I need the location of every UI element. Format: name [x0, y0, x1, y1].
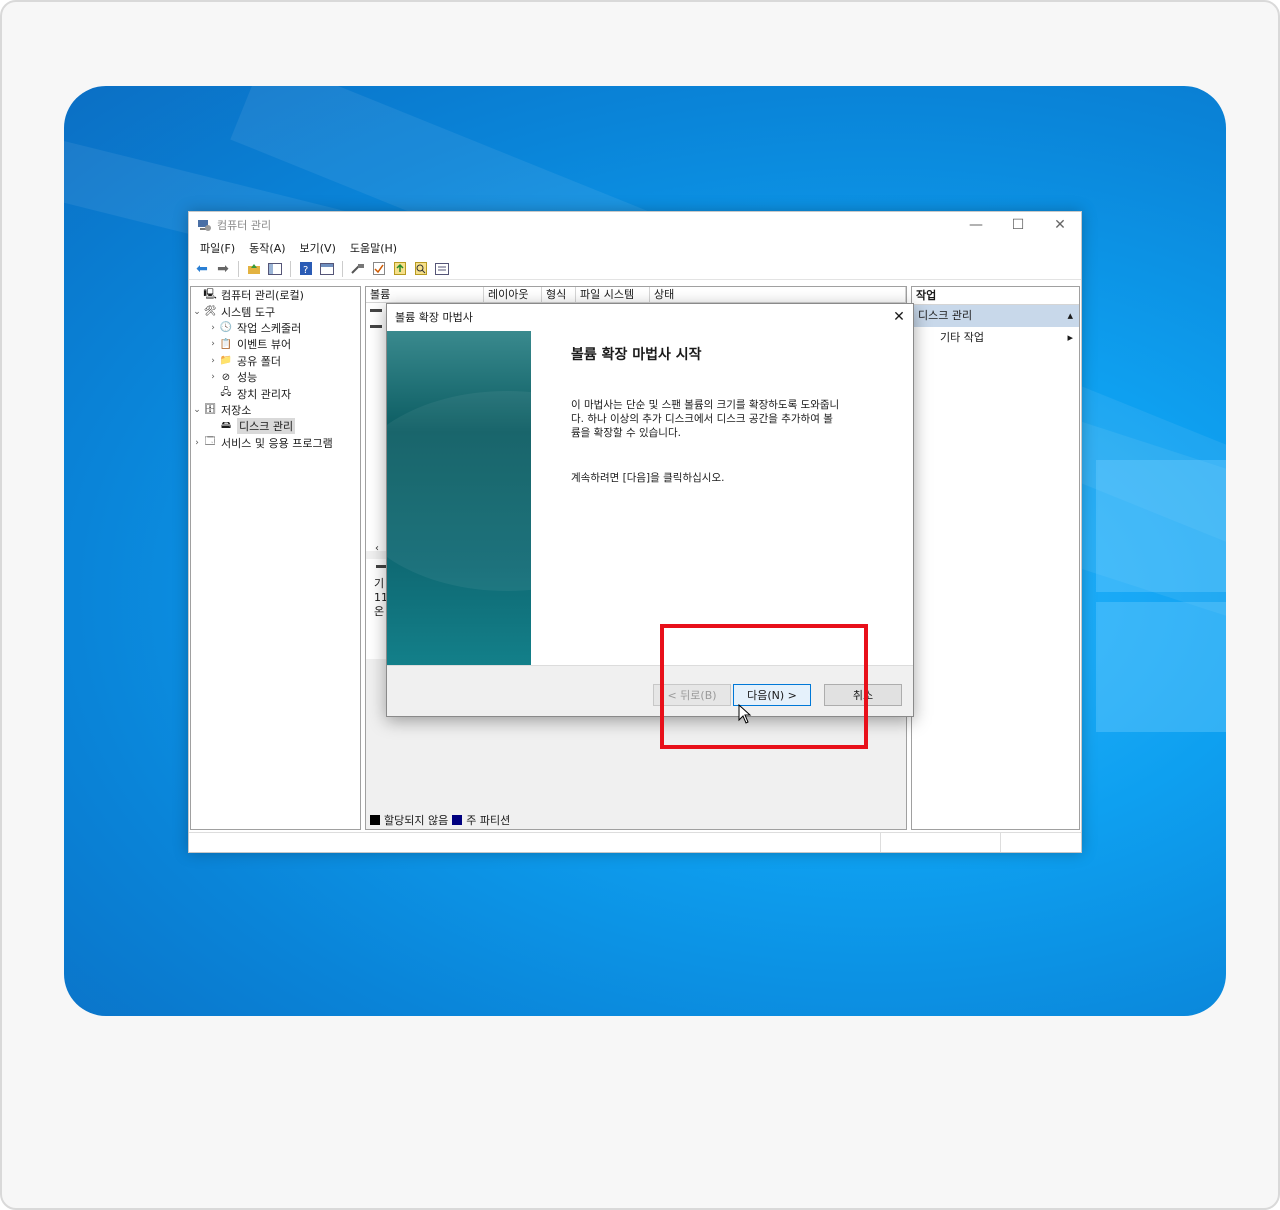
tree-item-storage[interactable]: ⌄ 🗄 저장소 [191, 402, 360, 418]
chevron-right-icon[interactable]: › [207, 372, 219, 382]
event-viewer-icon: 📋 [219, 338, 233, 350]
chevron-right-icon[interactable]: › [191, 438, 203, 448]
legend-unallocated: 할당되지 않음 [384, 814, 449, 827]
highlight-box [660, 624, 868, 749]
tree-label: 시스템 도구 [221, 305, 276, 319]
computer-management-icon [198, 220, 211, 231]
column-header-filesystem[interactable]: 파일 시스템 [576, 287, 650, 302]
up-folder-icon[interactable] [245, 261, 263, 277]
forward-arrow-icon[interactable]: ➡ [214, 261, 232, 277]
disk-legend: 할당되지 않음 주 파티션 [370, 813, 510, 827]
tree-item-root[interactable]: 🖳 컴퓨터 관리(로컬) [191, 287, 360, 303]
chevron-right-icon[interactable]: › [207, 323, 219, 333]
menu-bar: 파일(F) 동작(A) 보기(V) 도움말(H) [189, 238, 1081, 258]
title-bar: 컴퓨터 관리 — ☐ ✕ [189, 212, 1081, 238]
clock-icon: 🕓 [219, 322, 233, 334]
submenu-arrow-icon: ▸ [1067, 331, 1073, 344]
menu-help[interactable]: 도움말(H) [343, 240, 404, 256]
tree-item-services-apps[interactable]: › 🗔 서비스 및 응용 프로그램 [191, 435, 360, 451]
actions-pane: 작업 디스크 관리 ▴ 기타 작업 ▸ [911, 286, 1080, 830]
column-header-layout[interactable]: 레이아웃 [484, 287, 542, 302]
tree-label: 장치 관리자 [237, 387, 292, 401]
connect-icon[interactable] [349, 261, 367, 277]
tree-label: 컴퓨터 관리(로컬) [221, 289, 304, 303]
show-hide-tree-icon[interactable] [266, 261, 284, 277]
menu-action[interactable]: 동작(A) [242, 240, 292, 256]
tree-item-shared-folders[interactable]: › 📁 공유 폴더 [191, 353, 360, 369]
chevron-down-icon[interactable]: ⌄ [191, 307, 203, 317]
tree-label: 디스크 관리 [237, 418, 296, 435]
properties-icon[interactable] [318, 261, 336, 277]
tree-item-device-manager[interactable]: 🖧 장치 관리자 [191, 385, 360, 401]
navigation-tree: 🖳 컴퓨터 관리(로컬) ⌄ 🛠 시스템 도구 › 🕓 작업 스케줄러 › 📋 … [190, 286, 361, 830]
wizard-title: 볼륨 확장 마법사 [395, 311, 473, 324]
wizard-title-bar: 볼륨 확장 마법사 ✕ [387, 304, 913, 330]
tree-label: 성능 [237, 371, 258, 385]
tree-label: 이벤트 뷰어 [237, 338, 292, 352]
maximize-button[interactable]: ☐ [997, 212, 1039, 238]
services-icon: 🗔 [204, 436, 216, 448]
back-arrow-icon[interactable]: ⬅ [193, 261, 211, 277]
performance-icon: ⊘ [221, 371, 231, 383]
menu-file[interactable]: 파일(F) [193, 240, 242, 256]
column-header-type[interactable]: 형식 [542, 287, 576, 302]
action-label: 기타 작업 [940, 331, 984, 344]
help-icon[interactable]: ? [297, 261, 315, 277]
action-more-actions[interactable]: 기타 작업 ▸ [912, 327, 1079, 349]
status-bar [189, 832, 1081, 852]
tree-label: 저장소 [221, 403, 252, 417]
legend-swatch-primary [452, 815, 463, 825]
close-button[interactable]: ✕ [1039, 212, 1081, 238]
tree-item-task-scheduler[interactable]: › 🕓 작업 스케줄러 [191, 320, 360, 336]
tree-item-event-viewer[interactable]: › 📋 이벤트 뷰어 [191, 336, 360, 352]
legend-swatch-unallocated [370, 815, 380, 825]
wizard-banner-image [387, 331, 531, 667]
toolbar: ⬅ ➡ ? [189, 258, 1081, 280]
collapse-up-icon[interactable]: ▴ [1067, 305, 1073, 327]
column-header-volume[interactable]: 볼륨 [366, 287, 484, 302]
volume-row-icon [370, 309, 382, 312]
wizard-content: 볼륨 확장 마법사 시작 이 마법사는 단순 및 스팬 볼륨의 크기를 확장하도… [571, 344, 889, 485]
toolbar-separator [342, 260, 343, 277]
wizard-description: 이 마법사는 단순 및 스팬 볼륨의 크기를 확장하도록 도와줍니 다. 하나 … [571, 399, 840, 439]
tree-label: 공유 폴더 [237, 354, 281, 368]
storage-icon: 🗄 [203, 404, 217, 416]
svg-text:?: ? [303, 265, 308, 275]
tree-item-system-tools[interactable]: ⌄ 🛠 시스템 도구 [191, 303, 360, 319]
tools-icon: 🛠 [203, 306, 217, 318]
wizard-continue-text: 계속하려면 [다음]을 클릭하십시오. [571, 472, 725, 484]
window-title: 컴퓨터 관리 [217, 219, 272, 232]
menu-view[interactable]: 보기(V) [293, 240, 343, 256]
wizard-heading: 볼륨 확장 마법사 시작 [571, 347, 702, 363]
windows-logo-icon [1076, 446, 1226, 746]
computer-management-icon: 🖳 [203, 288, 217, 300]
device-manager-icon: 🖧 [220, 387, 232, 399]
minimize-button[interactable]: — [955, 212, 997, 238]
chevron-down-icon[interactable]: ⌄ [191, 405, 203, 415]
column-header-status[interactable]: 상태 [650, 287, 906, 302]
tree-item-performance[interactable]: › ⊘ 성능 [191, 369, 360, 385]
toolbar-separator [290, 260, 291, 277]
search-icon[interactable] [412, 261, 430, 277]
actions-group-label: 디스크 관리 [918, 309, 973, 322]
chevron-right-icon[interactable]: › [207, 356, 219, 366]
tree-item-disk-management[interactable]: 🖴 디스크 관리 [191, 418, 360, 435]
actions-group-disk-management[interactable]: 디스크 관리 ▴ [912, 305, 1079, 327]
volume-list-header: 볼륨 레이아웃 형식 파일 시스템 상태 [366, 287, 906, 303]
chevron-right-icon[interactable]: › [207, 339, 219, 349]
scroll-left-icon[interactable]: ‹ [366, 543, 388, 557]
tree-label: 작업 스케줄러 [237, 321, 302, 335]
list-view-icon[interactable] [433, 261, 451, 277]
wizard-close-button[interactable]: ✕ [885, 309, 913, 325]
shared-folder-icon: 📁 [219, 355, 233, 367]
volume-row-icon [370, 325, 382, 328]
actions-header: 작업 [912, 287, 1079, 305]
toolbar-separator [238, 260, 239, 277]
tree-label: 서비스 및 응용 프로그램 [221, 436, 333, 450]
checklist-icon[interactable] [370, 261, 388, 277]
export-icon[interactable] [391, 261, 409, 277]
disk-icon: 🖴 [220, 419, 232, 431]
legend-primary: 주 파티션 [466, 814, 511, 827]
